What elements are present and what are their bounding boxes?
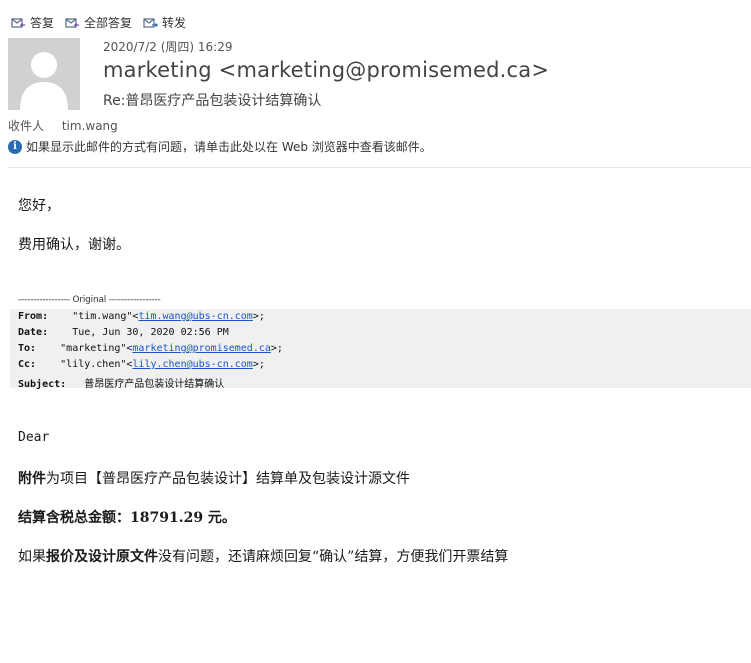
recipient-label: 收件人 (8, 119, 45, 133)
closing-bold: 报价及设计原文件 (46, 549, 158, 565)
to-email-link[interactable]: marketing@promisemed.ca (132, 343, 270, 354)
sent-date: 2020/7/2 (周四) 16:29 (103, 40, 233, 54)
cc-email-link[interactable]: lily.chen@ubs-cn.com (132, 359, 252, 370)
recipient-line: 收件人 tim.wang (8, 117, 118, 134)
to-row: To: "marketing"<marketing@promisemed.ca>… (18, 343, 283, 354)
closing-line: 如果报价及设计原文件没有问题，还请麻烦回复“确认”结算，方便我们开票结算 (18, 546, 508, 566)
message-toolbar: 答复 全部答复 转发 (10, 12, 196, 32)
from-email-link[interactable]: tim.wang@ubs-cn.com (138, 311, 252, 322)
date-label: Date: (18, 327, 49, 338)
closing-part-1: 如果 (18, 549, 46, 565)
date-row: Date: Tue, Jun 30, 2020 02:56 PM (18, 327, 229, 338)
dear-text: Dear (18, 430, 50, 445)
reply-all-label: 全部答复 (84, 15, 133, 30)
to-name: "marketing"< (60, 343, 133, 354)
from-tail: >; (252, 311, 265, 322)
attachment-rest: 为项目【普昂医疗产品包装设计】结算单及包装设计源文件 (46, 471, 410, 487)
quoted-header: From: "tim.wang"<tim.wang@ubs-cn.com>; D… (10, 309, 751, 390)
recipient-name[interactable]: tim.wang (62, 119, 118, 133)
cc-name: "lily.chen"< (60, 359, 133, 370)
cc-label: Cc: (18, 359, 37, 370)
attachment-bold: 附件 (18, 471, 46, 487)
forward-label: 转发 (162, 15, 187, 30)
info-bar[interactable]: i 如果显示此邮件的方式有问题，请单击此处以在 Web 浏览器中查看该邮件。 (8, 138, 432, 155)
sender-name[interactable]: marketing <marketing@promisemed.ca> (103, 58, 549, 82)
reply-icon (11, 18, 25, 28)
info-notice: 如果显示此邮件的方式有问题，请单击此处以在 Web 浏览器中查看该邮件。 (26, 140, 432, 154)
from-row: From: "tim.wang"<tim.wang@ubs-cn.com>; (18, 311, 265, 322)
date-value: Tue, Jun 30, 2020 02:56 PM (72, 327, 229, 338)
forward-icon (143, 18, 159, 28)
header-divider (8, 167, 751, 168)
forward-button[interactable]: 转发 (142, 14, 186, 31)
total-amount: 结算含税总金额：18791.29 元。 (18, 510, 236, 526)
original-divider: ----------------- Original -------------… (18, 295, 161, 305)
cc-row: Cc: "lily.chen"<lily.chen@ubs-cn.com>; (18, 359, 265, 370)
reply-label: 答复 (30, 15, 55, 30)
closing-part-2: 没有问题，还请麻烦回复“确认”结算，方便我们开票结算 (158, 549, 509, 565)
to-tail: >; (270, 343, 283, 354)
info-icon: i (8, 139, 22, 154)
from-label: From: (18, 311, 49, 322)
subject-label: Subject: (18, 379, 67, 390)
from-name: "tim.wang"< (72, 311, 139, 322)
to-label: To: (18, 343, 37, 354)
email-subject: Re:普昂医疗产品包装设计结算确认 (103, 93, 322, 109)
sender-avatar (8, 38, 80, 110)
reply-button[interactable]: 答复 (10, 14, 54, 31)
confirm-text: 费用确认，谢谢。 (18, 237, 130, 253)
subject-value: 普昂医疗产品包装设计结算确认 (84, 379, 225, 390)
person-icon (20, 52, 68, 110)
reply-all-icon (65, 18, 80, 28)
reply-all-button[interactable]: 全部答复 (64, 14, 132, 31)
greeting: 您好， (18, 198, 60, 214)
cc-tail: >; (252, 359, 265, 370)
attachment-line: 附件为项目【普昂医疗产品包装设计】结算单及包装设计源文件 (18, 468, 410, 488)
subject-row: Subject: 普昂医疗产品包装设计结算确认 (18, 375, 224, 390)
